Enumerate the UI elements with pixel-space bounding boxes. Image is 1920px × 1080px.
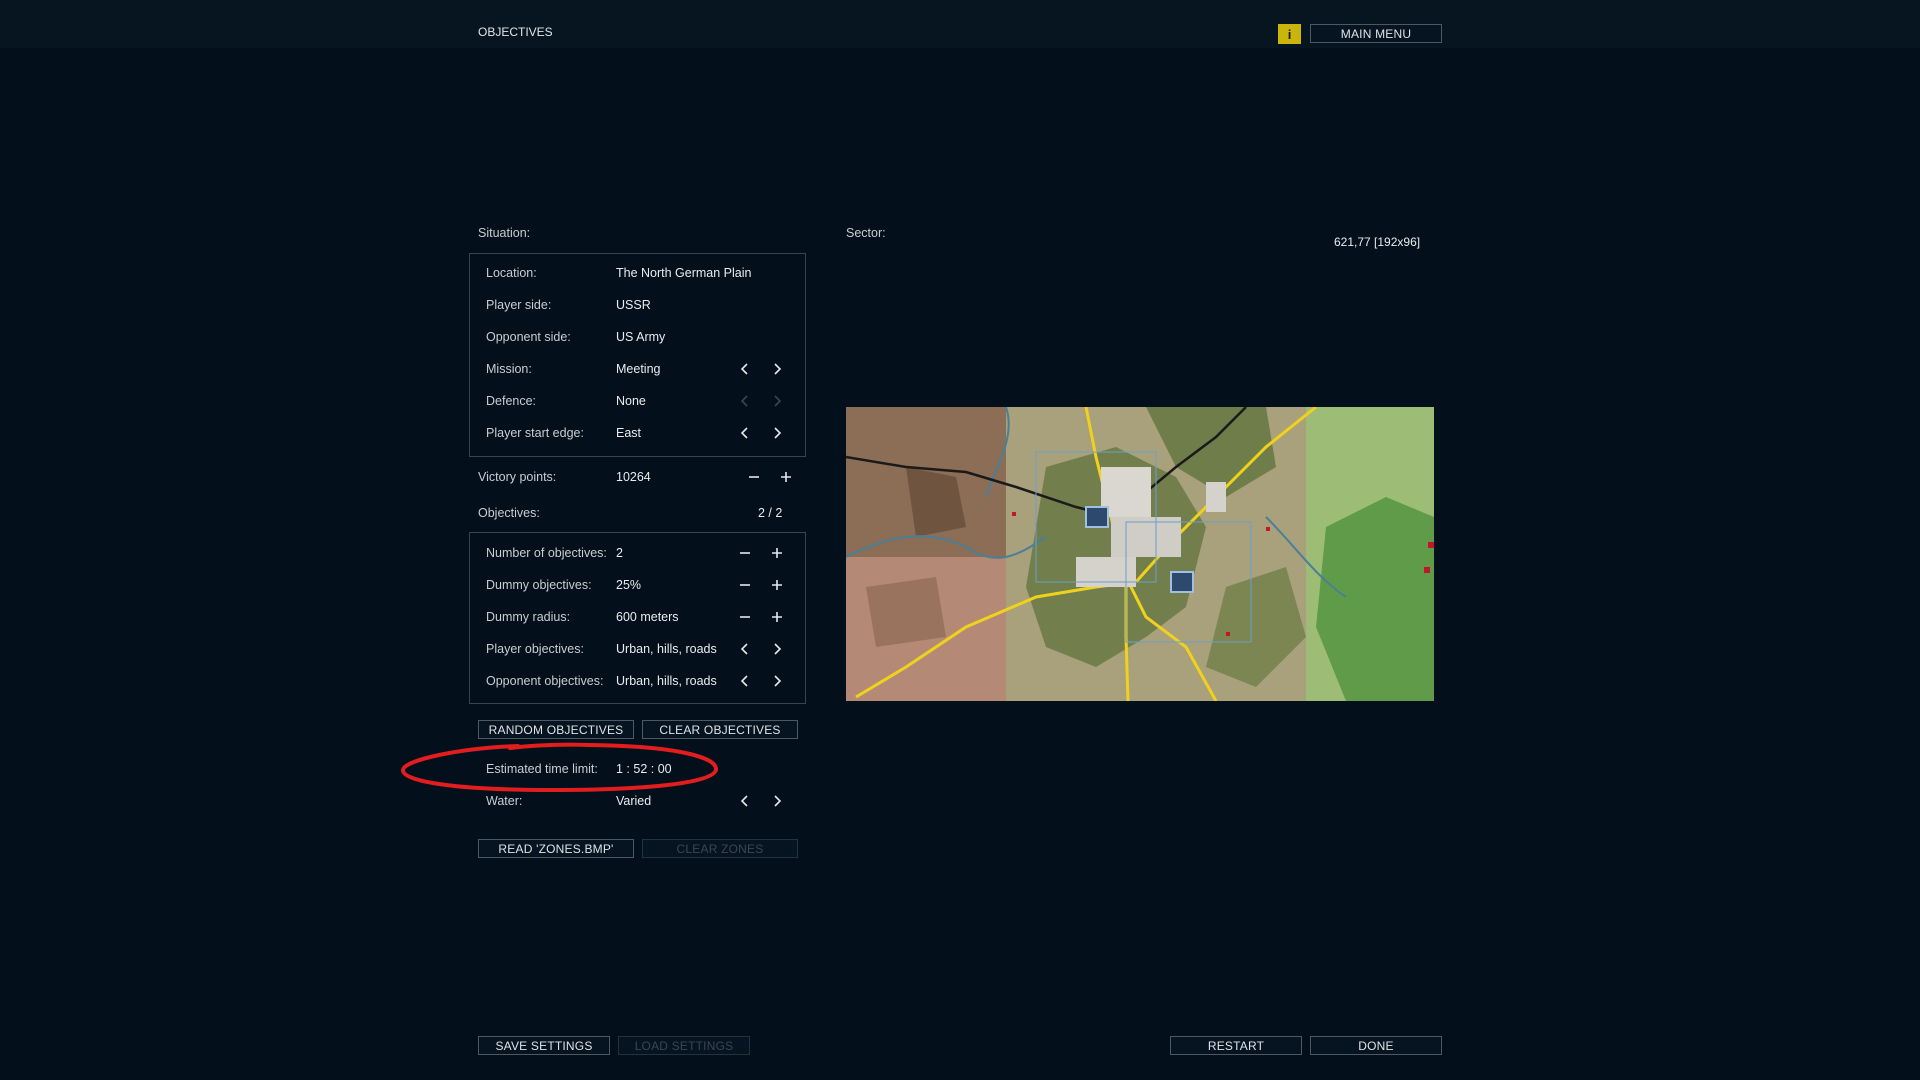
save-settings-button[interactable]: SAVE SETTINGS <box>478 1036 610 1055</box>
minus-icon <box>740 584 750 586</box>
water-value: Varied <box>616 794 652 808</box>
chevron-right-icon <box>774 795 782 807</box>
defence-label: Defence: <box>486 394 537 408</box>
player-objectives-label: Player objectives: <box>486 642 584 656</box>
plus-icon <box>772 580 782 590</box>
top-bar <box>0 0 1920 48</box>
player-side-value: USSR <box>616 298 651 312</box>
dummy-radius-value: 600 meters <box>616 610 679 624</box>
start-edge-next-button[interactable] <box>766 422 788 444</box>
minus-icon <box>740 552 750 554</box>
water-label: Water: <box>486 794 523 808</box>
num-objectives-value: 2 <box>616 546 623 560</box>
start-edge-prev-button[interactable] <box>734 422 756 444</box>
victory-points-value: 10264 <box>616 470 651 484</box>
opponent-objectives-value: Urban, hills, roads <box>616 674 717 688</box>
opponent-objectives-label: Opponent objectives: <box>486 674 604 688</box>
opponent-objectives-next-button[interactable] <box>766 670 788 692</box>
random-objectives-button[interactable]: RANDOM OBJECTIVES <box>478 720 634 739</box>
objectives-heading: Objectives: <box>478 506 540 520</box>
defence-prev-button[interactable] <box>734 390 756 412</box>
objective-marker-2[interactable] <box>1170 571 1194 593</box>
minus-icon <box>740 616 750 618</box>
victory-points-decrease-button[interactable] <box>743 466 765 488</box>
dummy-objectives-decrease-button[interactable] <box>734 574 756 596</box>
map-forest-east <box>1316 497 1434 701</box>
location-value: The North German Plain <box>616 266 752 280</box>
water-next-button[interactable] <box>766 790 788 812</box>
dummy-objectives-value: 25% <box>616 578 642 592</box>
sector-coordinates: 621,77 [192x96] <box>1334 235 1421 249</box>
chevron-left-icon <box>740 427 748 439</box>
num-objectives-label: Number of objectives: <box>486 546 607 560</box>
chevron-right-icon <box>774 643 782 655</box>
chevron-left-icon <box>740 395 748 407</box>
map-unit-marker <box>1226 632 1230 636</box>
mission-prev-button[interactable] <box>734 358 756 380</box>
player-side-label: Player side: <box>486 298 552 312</box>
start-edge-label: Player start edge: <box>486 426 584 440</box>
chevron-left-icon <box>740 363 748 375</box>
start-edge-value: East <box>616 426 642 440</box>
player-objectives-prev-button[interactable] <box>734 638 756 660</box>
dummy-radius-label: Dummy radius: <box>486 610 571 624</box>
location-label: Location: <box>486 266 537 280</box>
victory-points-increase-button[interactable] <box>775 466 797 488</box>
situation-heading: Situation: <box>478 226 531 240</box>
opponent-objectives-prev-button[interactable] <box>734 670 756 692</box>
page-title: OBJECTIVES <box>478 25 553 39</box>
clear-objectives-button[interactable]: CLEAR OBJECTIVES <box>642 720 798 739</box>
dummy-objectives-increase-button[interactable] <box>766 574 788 596</box>
victory-points-label: Victory points: <box>478 470 557 484</box>
time-limit-value: 1 : 52 : 00 <box>616 762 672 776</box>
sector-map[interactable] <box>846 407 1434 701</box>
objectives-count: 2 / 2 <box>758 506 783 520</box>
chevron-right-icon <box>774 363 782 375</box>
sector-heading: Sector: <box>846 226 886 240</box>
chevron-right-icon <box>774 395 782 407</box>
opponent-side-label: Opponent side: <box>486 330 571 344</box>
mission-value: Meeting <box>616 362 661 376</box>
player-objectives-value: Urban, hills, roads <box>616 642 717 656</box>
done-button[interactable]: DONE <box>1310 1036 1442 1055</box>
chevron-left-icon <box>740 643 748 655</box>
clear-zones-button[interactable]: CLEAR ZONES <box>642 839 798 858</box>
defence-value: None <box>616 394 646 408</box>
read-zones-button[interactable]: READ 'ZONES.BMP' <box>478 839 634 858</box>
chevron-right-icon <box>774 675 782 687</box>
map-unit-marker <box>1266 527 1270 531</box>
info-button[interactable]: i <box>1278 24 1301 44</box>
chevron-left-icon <box>740 795 748 807</box>
defence-next-button[interactable] <box>766 390 788 412</box>
minus-icon <box>749 476 759 478</box>
map-unit-marker <box>1012 512 1016 516</box>
load-settings-button[interactable]: LOAD SETTINGS <box>618 1036 750 1055</box>
chevron-left-icon <box>740 675 748 687</box>
time-limit-label: Estimated time limit: <box>486 762 598 776</box>
map-unit-marker <box>1428 542 1434 548</box>
chevron-right-icon <box>774 427 782 439</box>
num-objectives-decrease-button[interactable] <box>734 542 756 564</box>
restart-button[interactable]: RESTART <box>1170 1036 1302 1055</box>
main-menu-button[interactable]: MAIN MENU <box>1310 24 1442 43</box>
mission-label: Mission: <box>486 362 532 376</box>
map-unit-marker <box>1424 567 1430 573</box>
plus-icon <box>772 548 782 558</box>
player-objectives-next-button[interactable] <box>766 638 788 660</box>
mission-next-button[interactable] <box>766 358 788 380</box>
opponent-side-value: US Army <box>616 330 666 344</box>
water-prev-button[interactable] <box>734 790 756 812</box>
num-objectives-increase-button[interactable] <box>766 542 788 564</box>
dummy-radius-increase-button[interactable] <box>766 606 788 628</box>
plus-icon <box>781 472 791 482</box>
dummy-radius-decrease-button[interactable] <box>734 606 756 628</box>
dummy-objectives-label: Dummy objectives: <box>486 578 592 592</box>
plus-icon <box>772 612 782 622</box>
objective-marker-1[interactable] <box>1085 506 1109 528</box>
map-field-southwest <box>866 577 946 647</box>
